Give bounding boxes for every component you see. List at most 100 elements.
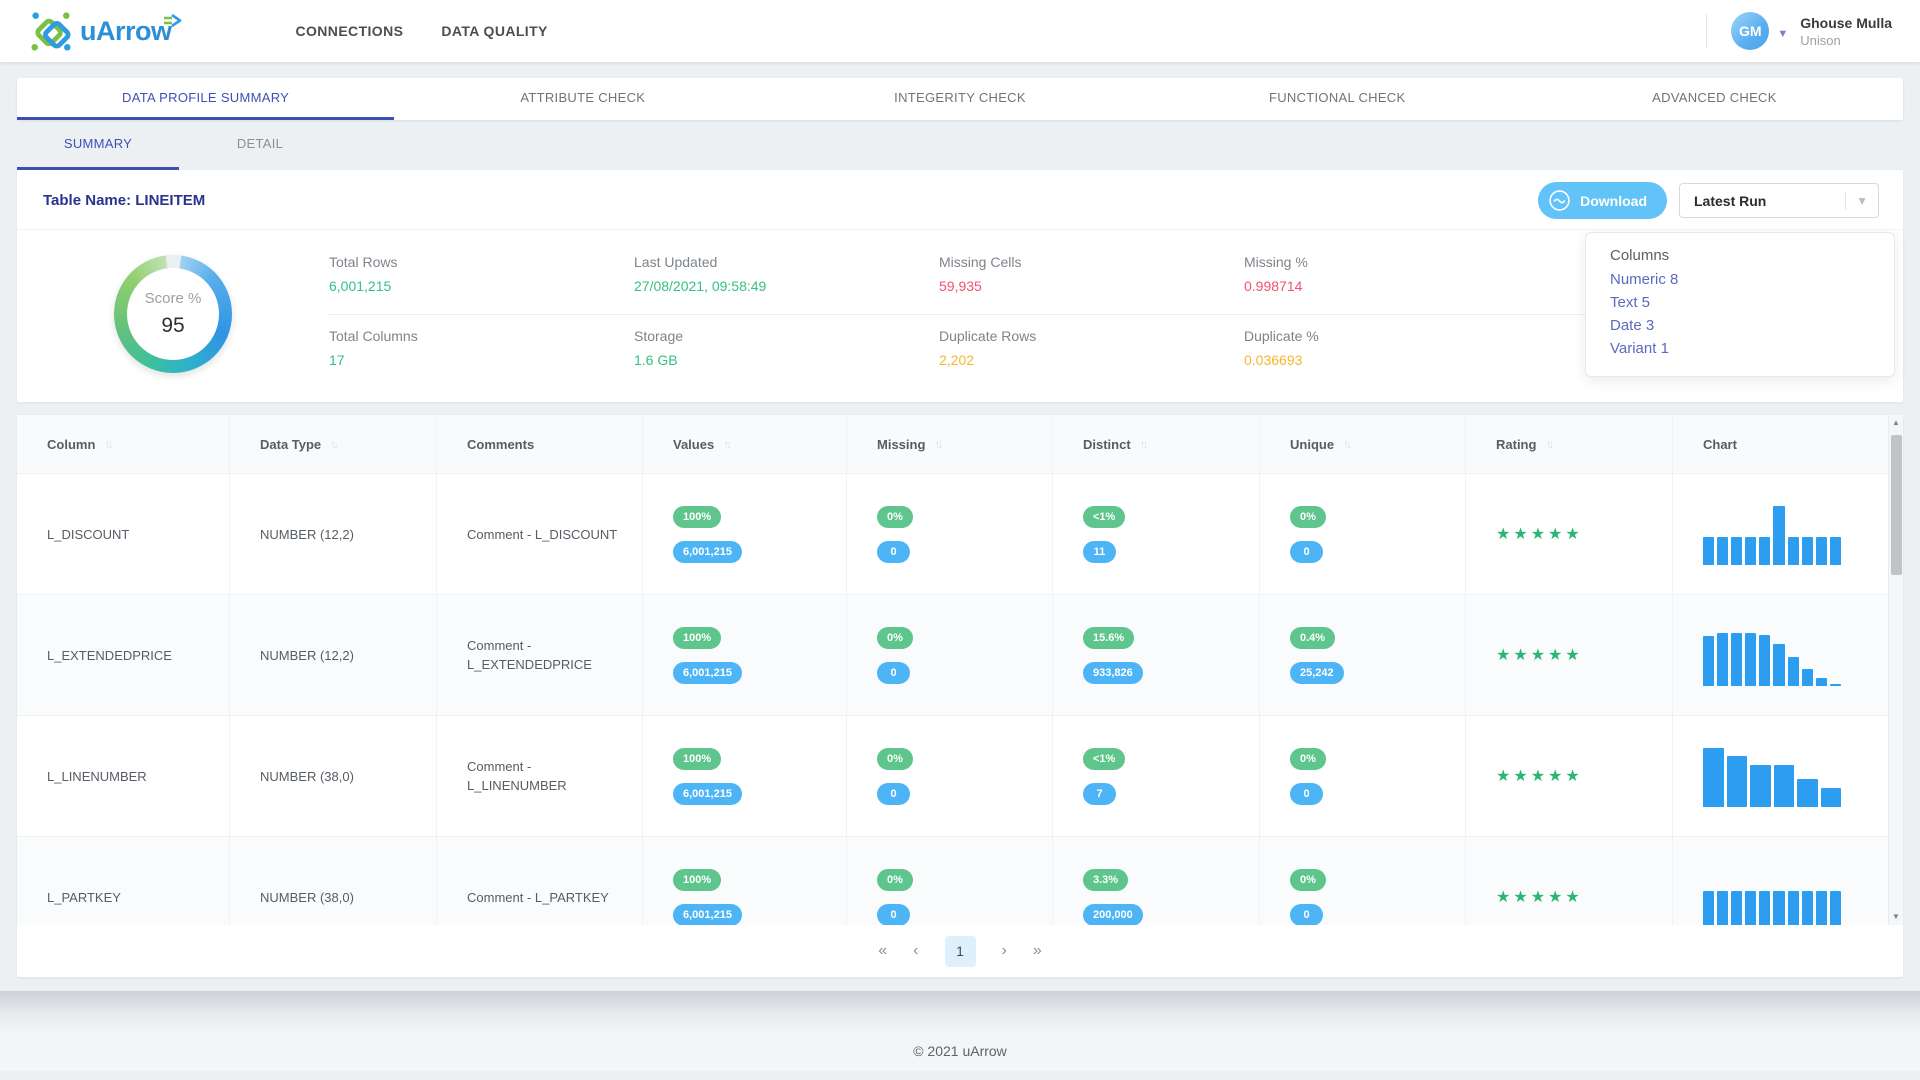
cell-column-name: L_PARTKEY [17, 837, 230, 925]
cell-unique: 0.4%25,242 [1260, 595, 1466, 715]
column-header-missing[interactable]: Missing↑↓ [847, 415, 1053, 473]
stat-value: 0.036693 [1244, 352, 1549, 368]
cell-distinct: 15.6%933,826 [1053, 595, 1260, 715]
cell-comments: Comment - L_DISCOUNT [437, 474, 643, 594]
count-badge: 0 [1290, 541, 1323, 563]
tab-advanced-check[interactable]: ADVANCED CHECK [1526, 78, 1903, 120]
vertical-scrollbar[interactable]: ▲ ▼ [1888, 415, 1903, 925]
cell-unique: 0%0 [1260, 837, 1466, 925]
avatar[interactable]: GM [1731, 12, 1769, 50]
user-menu-chevron-icon[interactable]: ▼ [1777, 28, 1788, 40]
last-page-button[interactable]: » [1033, 942, 1042, 960]
next-page-button[interactable]: › [1002, 942, 1007, 960]
tab-functional-check[interactable]: FUNCTIONAL CHECK [1149, 78, 1526, 120]
main-content: DATA PROFILE SUMMARYATTRIBUTE CHECKINTEG… [0, 62, 1920, 977]
stat-duplicate-: Duplicate %0.036693 [1244, 314, 1549, 388]
percent-badge: 0% [877, 506, 913, 528]
score-label: Score % [145, 290, 202, 307]
stat-storage: Storage 1.6 GB [634, 314, 939, 388]
user-org: Unison [1800, 33, 1892, 48]
histogram-bar [1773, 644, 1784, 686]
count-badge: 25,242 [1290, 662, 1344, 684]
histogram-bar [1759, 891, 1770, 925]
summary-card: Table Name: LINEITEM Download Latest Run… [17, 170, 1903, 402]
stat-label: Duplicate Rows [939, 328, 1244, 344]
scroll-down-icon[interactable]: ▼ [1892, 909, 1900, 925]
histogram-bar [1750, 765, 1771, 807]
cell-comments: Comment - L_PARTKEY [437, 837, 643, 925]
column-header-unique[interactable]: Unique↑↓ [1260, 415, 1466, 473]
cell-rating: ★★★★★ [1466, 716, 1673, 836]
sort-icon: ↑↓ [1343, 437, 1349, 451]
histogram-bar [1802, 669, 1813, 686]
tab-integerity-check[interactable]: INTEGERITY CHECK [771, 78, 1148, 120]
tab-data-profile-summary[interactable]: DATA PROFILE SUMMARY [17, 78, 394, 120]
histogram-chart [1703, 624, 1841, 686]
stat-value: 0.998714 [1244, 278, 1549, 294]
scroll-up-icon[interactable]: ▲ [1892, 415, 1900, 431]
histogram-bar [1802, 891, 1813, 925]
cell-column-name: L_EXTENDEDPRICE [17, 595, 230, 715]
logo-arrow-icon [162, 14, 184, 28]
histogram-bar [1703, 636, 1714, 686]
first-page-button[interactable]: « [878, 942, 887, 960]
cell-rating: ★★★★★ [1466, 595, 1673, 715]
histogram-bar [1788, 657, 1799, 686]
brand-logo[interactable]: uArrow [28, 8, 200, 54]
cell-data-type: NUMBER (38,0) [230, 837, 437, 925]
stat-label: Missing % [1244, 254, 1549, 270]
nav-item-data-quality[interactable]: DATA QUALITY [441, 23, 547, 39]
scrollbar-thumb[interactable] [1891, 435, 1902, 575]
column-header-rating[interactable]: Rating↑↓ [1466, 415, 1673, 473]
histogram-bar [1731, 537, 1742, 565]
column-header-label: Chart [1703, 437, 1737, 452]
histogram-bar [1727, 756, 1748, 807]
star-rating: ★★★★★ [1496, 645, 1583, 665]
stat-value: 1.6 GB [634, 352, 939, 368]
column-header-values[interactable]: Values↑↓ [643, 415, 847, 473]
prev-page-button[interactable]: ‹ [913, 942, 918, 960]
sort-icon: ↑↓ [1140, 437, 1146, 451]
histogram-bar [1745, 633, 1756, 686]
cell-distinct: 3.3%200,000 [1053, 837, 1260, 925]
subtab-summary[interactable]: SUMMARY [17, 120, 179, 170]
summary-title-row: Table Name: LINEITEM Download Latest Run… [17, 170, 1903, 230]
percent-badge: <1% [1083, 506, 1125, 528]
cell-values: 100%6,001,215 [643, 595, 847, 715]
cell-distinct: <1%11 [1053, 474, 1260, 594]
column-header-distinct[interactable]: Distinct ↑↓ [1053, 415, 1260, 473]
columns-panel-title: Columns [1610, 247, 1870, 264]
columns-panel-item-numeric[interactable]: Numeric 8 [1610, 268, 1870, 291]
top-header: uArrow CONNECTIONS DATA QUALITY GM ▼ Ghou… [0, 0, 1920, 62]
nav-item-connections[interactable]: CONNECTIONS [296, 23, 404, 39]
column-header-label: Distinct [1083, 437, 1131, 452]
histogram-bar [1717, 633, 1728, 686]
download-icon [1548, 189, 1571, 212]
columns-panel-item-text[interactable]: Text 5 [1610, 291, 1870, 314]
download-button[interactable]: Download [1538, 182, 1667, 219]
histogram-bar [1745, 891, 1756, 925]
columns-panel-item-variant[interactable]: Variant 1 [1610, 337, 1870, 360]
page-number[interactable]: 1 [945, 936, 976, 967]
run-select[interactable]: Latest Run ▼ [1679, 183, 1879, 218]
column-header-label: Values [673, 437, 714, 452]
cell-unique: 0%0 [1260, 716, 1466, 836]
histogram-bar [1759, 635, 1770, 686]
column-header-column[interactable]: Column↑↓ [17, 415, 230, 473]
tab-attribute-check[interactable]: ATTRIBUTE CHECK [394, 78, 771, 120]
columns-panel-item-date[interactable]: Date 3 [1610, 314, 1870, 337]
count-badge: 0 [877, 662, 910, 684]
subtab-detail[interactable]: DETAIL [179, 120, 341, 170]
sort-icon: ↑↓ [104, 437, 110, 451]
histogram-bar [1703, 748, 1724, 807]
cell-rating: ★★★★★ [1466, 474, 1673, 594]
user-name: Ghouse Mulla [1800, 15, 1892, 31]
sort-icon: ↑↓ [1545, 437, 1551, 451]
count-badge: 7 [1083, 783, 1116, 805]
count-badge: 0 [1290, 783, 1323, 805]
stat-label: Storage [634, 328, 939, 344]
score-value: 95 [161, 314, 184, 338]
count-badge: 6,001,215 [673, 662, 742, 684]
histogram-bar [1731, 891, 1742, 925]
column-header-data-type[interactable]: Data Type↑↓ [230, 415, 437, 473]
